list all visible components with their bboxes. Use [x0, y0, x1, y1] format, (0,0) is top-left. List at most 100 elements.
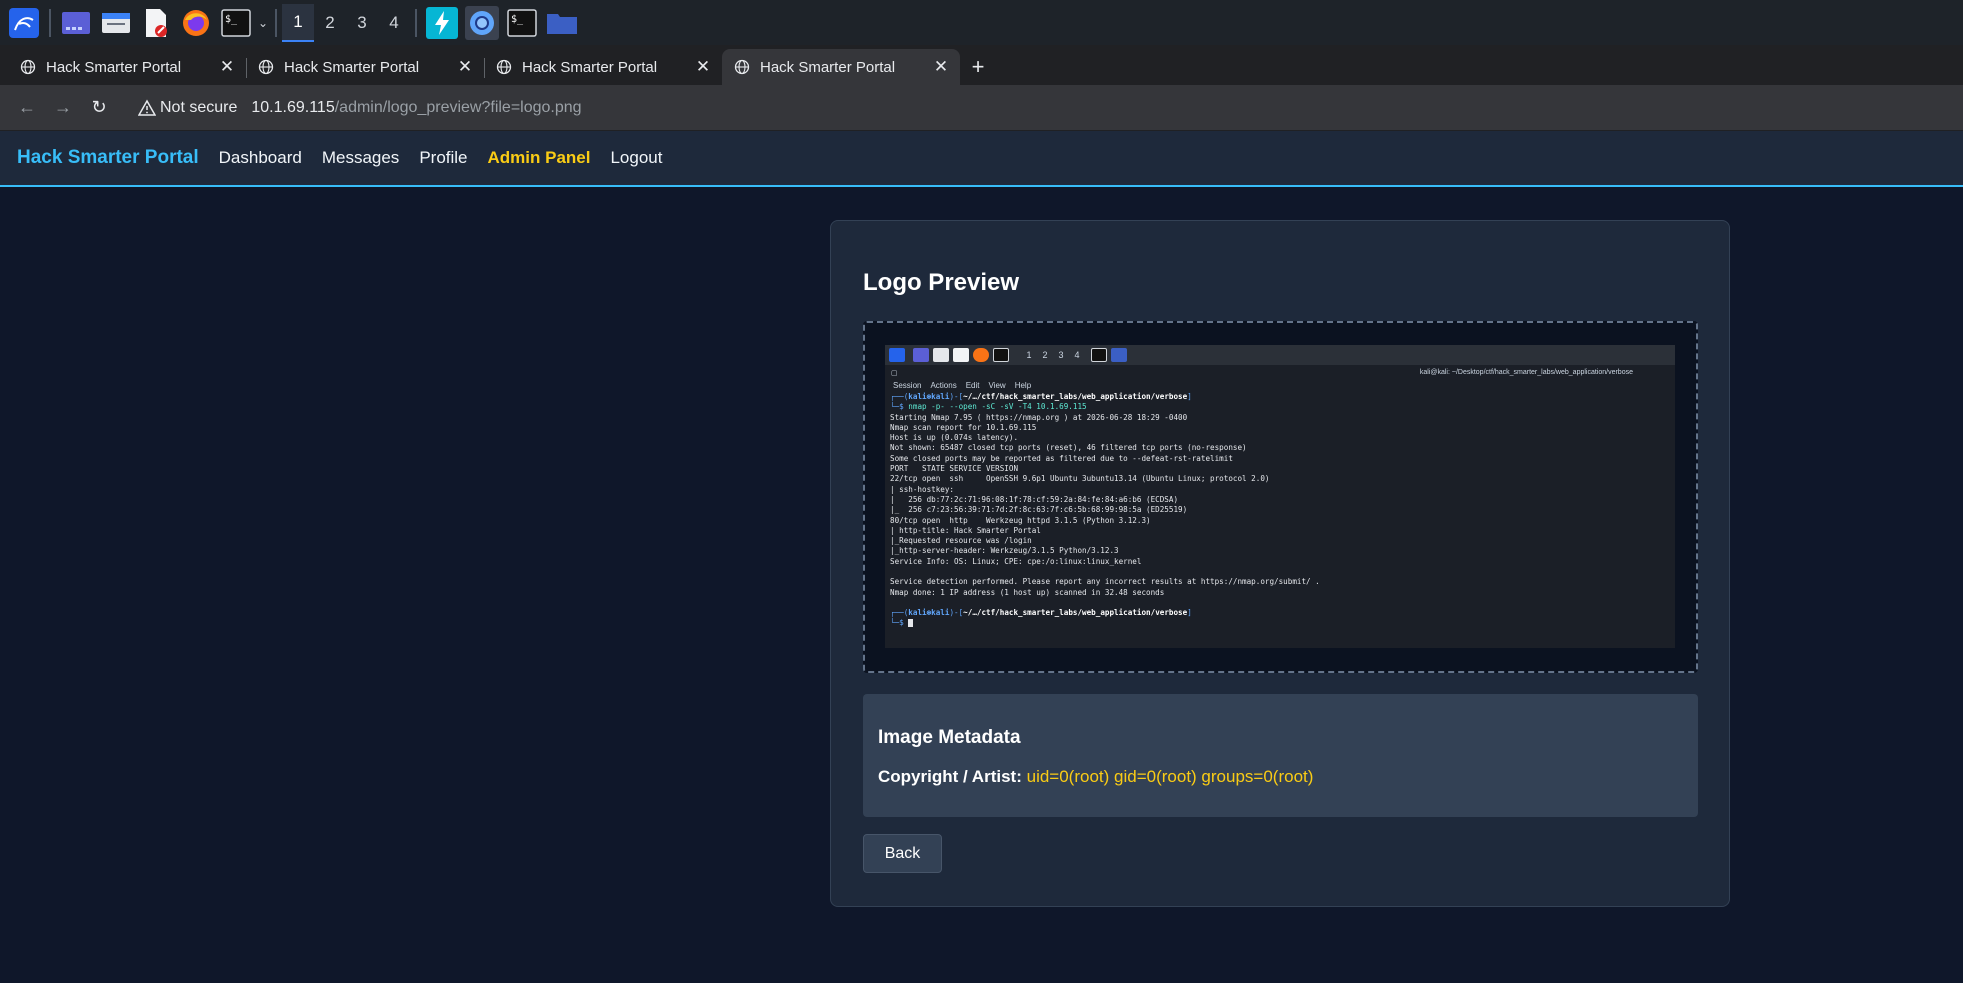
shot-window-icon: ▢ — [891, 369, 898, 377]
tab-title: Hack Smarter Portal — [284, 58, 420, 76]
shot-taskbar: 1 2 3 4 — [885, 345, 1675, 365]
metadata-heading: Image Metadata — [878, 727, 1021, 748]
shot-output-line: 80/tcp open http Werkzeug httpd 3.1.5 (P… — [890, 515, 1151, 525]
page-title: Logo Preview — [863, 269, 1020, 296]
shot-output-line: Service Info: OS: Linux; CPE: cpe:/o:lin… — [890, 556, 1142, 566]
workspace-switcher-icon[interactable] — [59, 6, 93, 40]
security-label: Not secure — [160, 98, 238, 116]
shot-output-line: | http-title: Hack Smarter Portal — [890, 525, 1041, 535]
text-editor-icon — [953, 348, 969, 362]
logo-preview-card: Logo Preview 1 2 3 4 ▢ kali@kali: ~/Desk… — [830, 220, 1730, 907]
shot-output-line: Host is up (0.074s latency). — [890, 433, 1019, 443]
nav-dashboard[interactable]: Dashboard — [219, 148, 302, 168]
shot-workspace-2: 2 — [1042, 350, 1048, 360]
close-icon[interactable]: ✕ — [456, 57, 474, 76]
globe-icon — [734, 59, 750, 75]
text-editor-icon[interactable] — [139, 6, 173, 40]
shot-workspace-1: 1 — [1026, 350, 1032, 360]
shot-window-title: kali@kali: ~/Desktop/ctf/hack_smarter_la… — [1419, 369, 1633, 376]
kali-menu-icon — [889, 348, 905, 362]
web-page: Hack Smarter Portal Dashboard Messages P… — [0, 131, 1963, 983]
shot-output-line: | 256 db:77:2c:71:96:08:1f:78:cf:59:2a:8… — [890, 494, 1179, 504]
shot-output-line: |_Requested resource was /login — [890, 536, 1032, 546]
globe-icon — [496, 59, 512, 75]
workspace-4[interactable]: 4 — [378, 4, 410, 42]
folder-icon[interactable] — [545, 6, 579, 40]
shot-prompt-line: ┌──(kali⊛kali)-[~/…/ctf/hack_smarter_lab… — [890, 607, 1192, 617]
browser-tab-4[interactable]: Hack Smarter Portal ✕ — [722, 49, 960, 85]
nav-logout[interactable]: Logout — [610, 148, 662, 168]
firefox-icon — [973, 348, 989, 362]
nav-messages[interactable]: Messages — [322, 148, 399, 168]
url-path: /admin/logo_preview?file=logo.png — [334, 98, 582, 116]
site-navbar: Hack Smarter Portal Dashboard Messages P… — [0, 131, 1963, 187]
close-icon[interactable]: ✕ — [694, 57, 712, 76]
file-manager-icon[interactable] — [99, 6, 133, 40]
back-arrow-icon[interactable]: ← — [10, 91, 44, 125]
shot-output-line: 22/tcp open ssh OpenSSH 9.6p1 Ubuntu 3ub… — [890, 474, 1270, 484]
metadata-row: Copyright / Artist: uid=0(root) gid=0(ro… — [878, 767, 1313, 787]
shot-menu-item: View — [988, 380, 1006, 390]
shot-terminal: ┌──(kali⊛kali)-[~/…/ctf/hack_smarter_lab… — [885, 392, 1675, 629]
shot-menu-bar: Session Actions Edit View Help — [885, 378, 1675, 392]
warning-icon — [138, 98, 156, 116]
url-host: 10.1.69.115 — [251, 98, 335, 116]
metadata-value: uid=0(root) gid=0(root) groups=0(root) — [1026, 767, 1314, 786]
taskbar-separator — [275, 8, 277, 37]
globe-icon — [258, 59, 274, 75]
shot-prompt-line: ┌──(kali⊛kali)-[~/…/ctf/hack_smarter_lab… — [890, 392, 1192, 401]
security-indicator[interactable]: Not secure — [138, 99, 237, 117]
file-manager-icon — [933, 348, 949, 362]
browser-toolbar: ← → ↻ Not secure 10.1.69.115 /admin/logo… — [0, 85, 1963, 131]
terminal-icon — [993, 348, 1009, 362]
workspace-2[interactable]: 2 — [314, 4, 346, 42]
terminal-cursor — [908, 619, 914, 628]
nav-admin-panel[interactable]: Admin Panel — [488, 148, 591, 168]
workspace-switcher-icon — [913, 348, 929, 362]
forward-arrow-icon[interactable]: → — [46, 91, 80, 125]
folder-icon — [1111, 348, 1127, 362]
shot-output-line: |_ 256 c7:23:56:39:71:7d:2f:8c:63:7f:c6:… — [890, 505, 1188, 515]
terminal-icon[interactable]: $_ — [219, 6, 253, 40]
firefox-icon[interactable] — [179, 6, 213, 40]
chromium-icon[interactable] — [465, 5, 499, 40]
close-icon[interactable]: ✕ — [218, 57, 236, 76]
new-tab-button[interactable]: + — [960, 49, 996, 85]
os-taskbar: $_ ⌄ 1 2 3 4 $_ — [0, 0, 1963, 45]
globe-icon — [20, 59, 36, 75]
browser-tab-2[interactable]: Hack Smarter Portal ✕ — [246, 49, 485, 85]
tab-title: Hack Smarter Portal — [46, 58, 182, 76]
browser-tab-3[interactable]: Hack Smarter Portal ✕ — [484, 49, 722, 85]
logo-preview-frame: 1 2 3 4 ▢ kali@kali: ~/Desktop/ctf/hack_… — [863, 321, 1698, 673]
shot-output-line: Some closed ports may be reported as fil… — [890, 453, 1233, 463]
shot-menu-item: Actions — [930, 380, 957, 390]
shot-output-line: |_http-server-header: Werkzeug/3.1.5 Pyt… — [890, 546, 1119, 556]
shot-output-line: Service detection performed. Please repo… — [890, 577, 1320, 587]
shot-command-line: └─$ — [890, 618, 1675, 628]
svg-text:$_: $_ — [511, 14, 524, 25]
terminal-icon[interactable]: $_ — [505, 6, 539, 40]
back-button[interactable]: Back — [863, 834, 942, 873]
chevron-down-icon[interactable]: ⌄ — [256, 4, 270, 42]
terminal-icon — [1091, 348, 1107, 362]
reload-icon[interactable]: ↻ — [82, 91, 116, 125]
burp-icon[interactable] — [425, 6, 459, 40]
nav-profile[interactable]: Profile — [419, 148, 467, 168]
shot-workspace-4: 4 — [1074, 350, 1080, 360]
site-brand-link[interactable]: Hack Smarter Portal — [17, 147, 199, 169]
browser-tab-1[interactable]: Hack Smarter Portal ✕ — [8, 49, 247, 85]
taskbar-separator — [49, 8, 51, 37]
metadata-label: Copyright / Artist: — [878, 767, 1022, 786]
close-icon[interactable]: ✕ — [932, 57, 950, 76]
kali-menu-icon[interactable] — [7, 6, 41, 40]
shot-menu-item: Help — [1014, 380, 1032, 390]
svg-text:$_: $_ — [225, 14, 238, 25]
workspace-1[interactable]: 1 — [282, 3, 314, 42]
address-bar[interactable]: Not secure 10.1.69.115 /admin/logo_previ… — [138, 92, 582, 124]
shot-output-line: Not shown: 65487 closed tcp ports (reset… — [890, 443, 1247, 453]
shot-output-line: Nmap done: 1 IP address (1 host up) scan… — [890, 587, 1165, 597]
workspace-3[interactable]: 3 — [346, 4, 378, 42]
tab-title: Hack Smarter Portal — [522, 58, 658, 76]
shot-output-line: PORT STATE SERVICE VERSION — [890, 464, 1019, 474]
shot-output-line: Nmap scan report for 10.1.69.115 — [890, 422, 1037, 432]
